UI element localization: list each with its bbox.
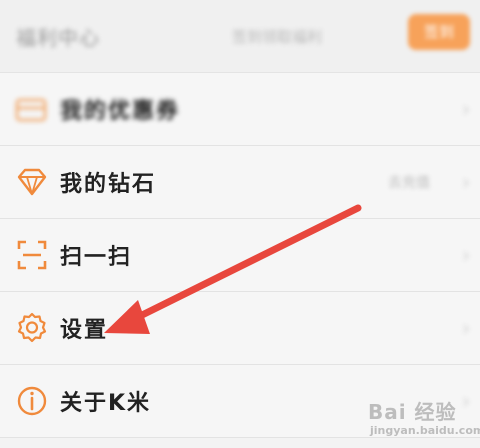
- menu-item-value: 去充值: [388, 175, 430, 191]
- menu-item-label: 我的优惠券: [60, 99, 181, 124]
- header-bar: 福利中心 签到领取福利 签到: [0, 0, 480, 73]
- chevron-right-icon: ›: [462, 243, 470, 267]
- diamond-icon: [14, 164, 50, 200]
- header-action-button[interactable]: 签到: [408, 14, 470, 50]
- watermark-brand: Bai 经验: [368, 400, 457, 424]
- header-title: 福利中心: [16, 26, 100, 50]
- app-screen: 福利中心 签到领取福利 签到 我的优惠券 › 我的钻石 去充值 › 扫一扫 › …: [0, 0, 480, 448]
- menu-item-coupons[interactable]: 我的优惠券 ›: [0, 73, 480, 146]
- info-icon: [14, 383, 50, 419]
- menu-item-label: 扫一扫: [60, 245, 133, 270]
- scan-icon: [14, 237, 50, 273]
- gear-icon: [14, 310, 50, 346]
- menu-item-scan[interactable]: 扫一扫 ›: [0, 219, 480, 292]
- watermark: Bai 经验 jingyan.baidu.com: [368, 396, 480, 442]
- chevron-right-icon: ›: [462, 316, 470, 340]
- menu-item-diamonds[interactable]: 我的钻石 去充值 ›: [0, 146, 480, 219]
- menu-item-label: 关于K米: [60, 391, 152, 416]
- chevron-right-icon: ›: [462, 97, 470, 121]
- watermark-url: jingyan.baidu.com: [370, 424, 480, 437]
- coupon-icon: [14, 91, 50, 127]
- menu-item-settings[interactable]: 设置 ›: [0, 292, 480, 365]
- menu-item-label: 我的钻石: [60, 172, 157, 197]
- chevron-right-icon: ›: [462, 170, 470, 194]
- header-subtitle: 签到领取福利: [232, 28, 323, 46]
- menu-item-label: 设置: [60, 318, 109, 343]
